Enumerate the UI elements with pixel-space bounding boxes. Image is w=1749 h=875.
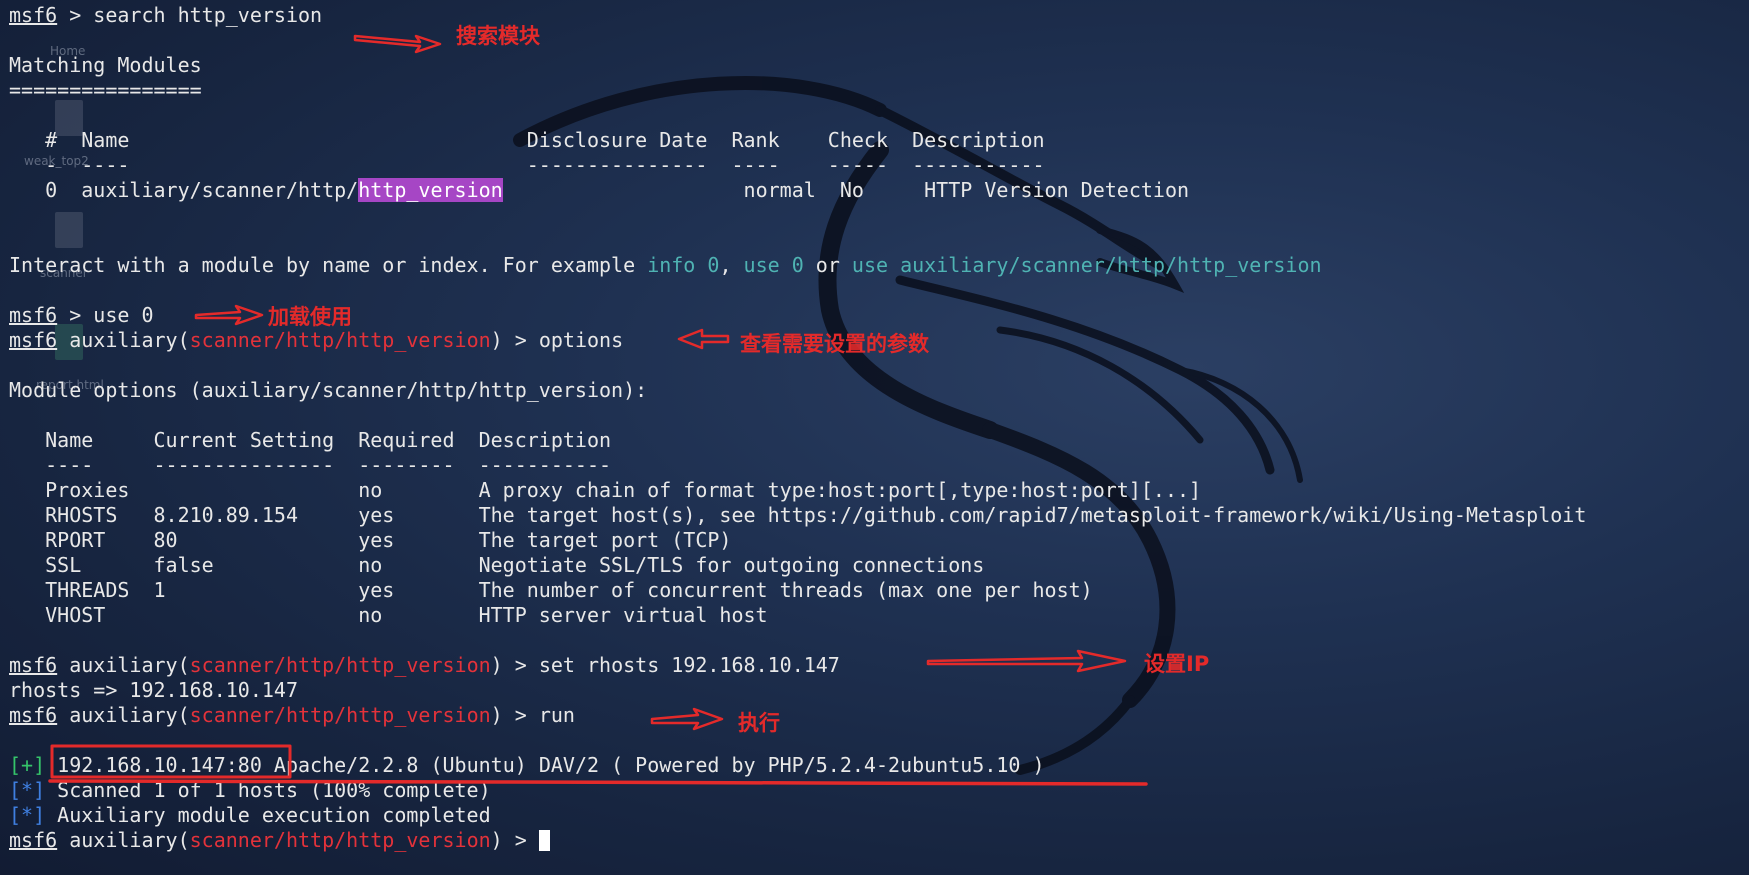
search-match-highlight: http_version xyxy=(358,178,503,202)
option-row-vhost: VHOST no HTTP server virtual host xyxy=(9,603,768,627)
run-command-line: msf6 auxiliary(scanner/http/http_version… xyxy=(9,703,575,727)
annotation-run: 执行 xyxy=(738,711,780,735)
scanned-status-line: [*] Scanned 1 of 1 hosts (100% complete) xyxy=(9,778,491,802)
module-name: scanner/http/http_version xyxy=(189,703,491,727)
scan-result-line: [+] 192.168.10.147:80 Apache/2.2.8 (Ubun… xyxy=(9,753,1045,777)
annotation-load: 加载使用 xyxy=(268,305,352,329)
prompt: msf6 xyxy=(9,653,58,677)
text-cursor[interactable] xyxy=(538,830,550,851)
prompt: msf6 xyxy=(9,3,58,27)
annotation-options: 查看需要设置的参数 xyxy=(740,332,929,356)
info-tag: [*] xyxy=(9,778,46,802)
option-row-threads: THREADS 1 yes The number of concurrent t… xyxy=(9,578,1093,602)
search-table-rule: - ---- --------------- ---- ----- ------… xyxy=(9,153,1045,177)
option-row-rport: RPORT 80 yes The target port (TCP) xyxy=(9,528,732,552)
option-row-rhosts: RHOSTS 8.210.89.154 yes The target host(… xyxy=(9,503,1587,527)
module-options-title: Module options (auxiliary/scanner/http/h… xyxy=(9,378,648,402)
options-command-line: msf6 auxiliary(scanner/http/http_version… xyxy=(9,328,624,352)
annotation-search: 搜索模块 xyxy=(456,24,540,48)
prompt: msf6 xyxy=(9,703,58,727)
search-table-header: # Name Disclosure Date Rank Check Descri… xyxy=(9,128,1045,152)
result-host: 192.168.10.147:80 xyxy=(57,753,262,777)
matching-modules-title: Matching Modules xyxy=(9,53,202,77)
example-use-path: use auxiliary/scanner/http/http_version xyxy=(851,253,1322,277)
module-name: scanner/http/http_version xyxy=(189,828,491,852)
final-prompt-line[interactable]: msf6 auxiliary(scanner/http/http_version… xyxy=(9,828,550,853)
info-tag: [*] xyxy=(9,803,46,827)
matching-modules-rule: ================ xyxy=(9,78,202,102)
arrow-use xyxy=(194,304,264,326)
arrow-set-ip xyxy=(926,649,1127,673)
prompt: msf6 xyxy=(9,328,58,352)
arrow-run xyxy=(650,707,724,731)
search-command-line: msf6 > search http_version xyxy=(9,3,323,27)
use-command-line: msf6 > use 0 xyxy=(9,303,154,327)
module-name: scanner/http/http_version xyxy=(189,653,491,677)
options-table-header: Name Current Setting Required Descriptio… xyxy=(9,428,612,452)
file-icon[interactable] xyxy=(52,212,86,252)
completed-status-line: [*] Auxiliary module execution completed xyxy=(9,803,491,827)
module-name: scanner/http/http_version xyxy=(189,328,491,352)
option-row-proxies: Proxies no A proxy chain of format type:… xyxy=(9,478,1202,502)
set-result-line: rhosts => 192.168.10.147 xyxy=(9,678,298,702)
example-use-index: use 0 xyxy=(743,253,804,277)
search-table-row: 0 auxiliary/scanner/http/http_version no… xyxy=(9,178,1190,202)
success-tag: [+] xyxy=(9,753,46,777)
arrow-search xyxy=(353,34,442,54)
example-info: info 0 xyxy=(647,253,720,277)
prompt: msf6 xyxy=(9,303,58,327)
options-table-rule: ---- --------------- -------- ----------… xyxy=(9,453,612,477)
prompt: msf6 xyxy=(9,828,58,852)
set-command-line: msf6 auxiliary(scanner/http/http_version… xyxy=(9,653,840,677)
option-row-ssl: SSL false no Negotiate SSL/TLS for outgo… xyxy=(9,553,985,577)
arrow-options xyxy=(677,328,730,350)
annotation-set-ip: 设置IP xyxy=(1144,652,1210,676)
interact-hint-line: Interact with a module by name or index.… xyxy=(9,253,1322,277)
